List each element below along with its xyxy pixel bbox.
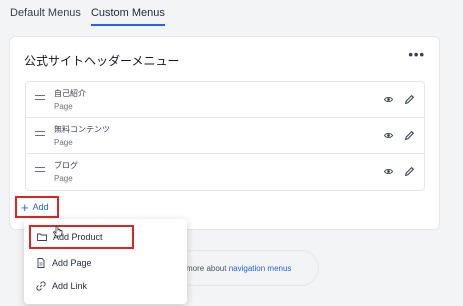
menu-item-type: Page: [54, 138, 73, 147]
more-options-icon[interactable]: •••: [408, 47, 425, 62]
drag-handle-icon[interactable]: [35, 95, 45, 100]
link-icon: [36, 281, 46, 291]
drag-handle-icon[interactable]: [35, 131, 45, 136]
pencil-icon[interactable]: [404, 166, 415, 177]
menu-item-type: Page: [54, 102, 73, 111]
add-product-item[interactable]: Add Product: [29, 225, 134, 249]
eye-icon[interactable]: [384, 132, 393, 139]
pencil-icon[interactable]: [404, 130, 415, 141]
eye-icon[interactable]: [384, 168, 393, 175]
folder-icon: [37, 233, 47, 241]
menu-item-name: 無料コンテンツ: [54, 125, 110, 134]
menu-card: 公式サイトヘッダーメニュー ••• 自己紹介 Page 無料コンテンツ Page…: [10, 37, 439, 229]
add-link-label: Add Link: [52, 281, 88, 291]
menu-tabs: Default Menus Custom Menus: [10, 0, 165, 26]
add-page-label: Add Page: [52, 258, 92, 268]
menu-item-name: ブログ: [54, 161, 78, 170]
menu-item[interactable]: ブログ Page: [26, 154, 424, 190]
tab-custom-menus[interactable]: Custom Menus: [90, 0, 165, 26]
add-button[interactable]: + Add: [15, 196, 59, 218]
navigation-menus-link[interactable]: navigation menus: [229, 264, 292, 273]
menu-item[interactable]: 無料コンテンツ Page: [26, 118, 424, 154]
add-link-item[interactable]: Add Link: [24, 274, 187, 298]
add-button-label: Add: [32, 202, 49, 212]
card-title: 公式サイトヘッダーメニュー: [24, 54, 180, 68]
drag-handle-icon[interactable]: [35, 167, 45, 172]
tab-default-menus[interactable]: Default Menus: [10, 0, 81, 26]
menu-item-name: 自己紹介: [54, 89, 86, 98]
menu-item[interactable]: 自己紹介 Page: [26, 82, 424, 118]
add-page-item[interactable]: Add Page: [24, 251, 187, 275]
learn-more-text: more about navigation menus: [186, 264, 291, 273]
menu-item-list: 自己紹介 Page 無料コンテンツ Page ブログ Page: [25, 81, 425, 191]
add-dropdown-menu: Add Product Add Page Add Link: [24, 219, 187, 304]
plus-icon: +: [21, 199, 29, 215]
learn-more-prefix: more about: [186, 264, 227, 273]
menu-item-type: Page: [54, 174, 73, 183]
pencil-icon[interactable]: [404, 94, 415, 105]
hand-cursor-icon: [53, 226, 63, 237]
page-icon: [37, 258, 45, 268]
eye-icon[interactable]: [384, 96, 393, 103]
